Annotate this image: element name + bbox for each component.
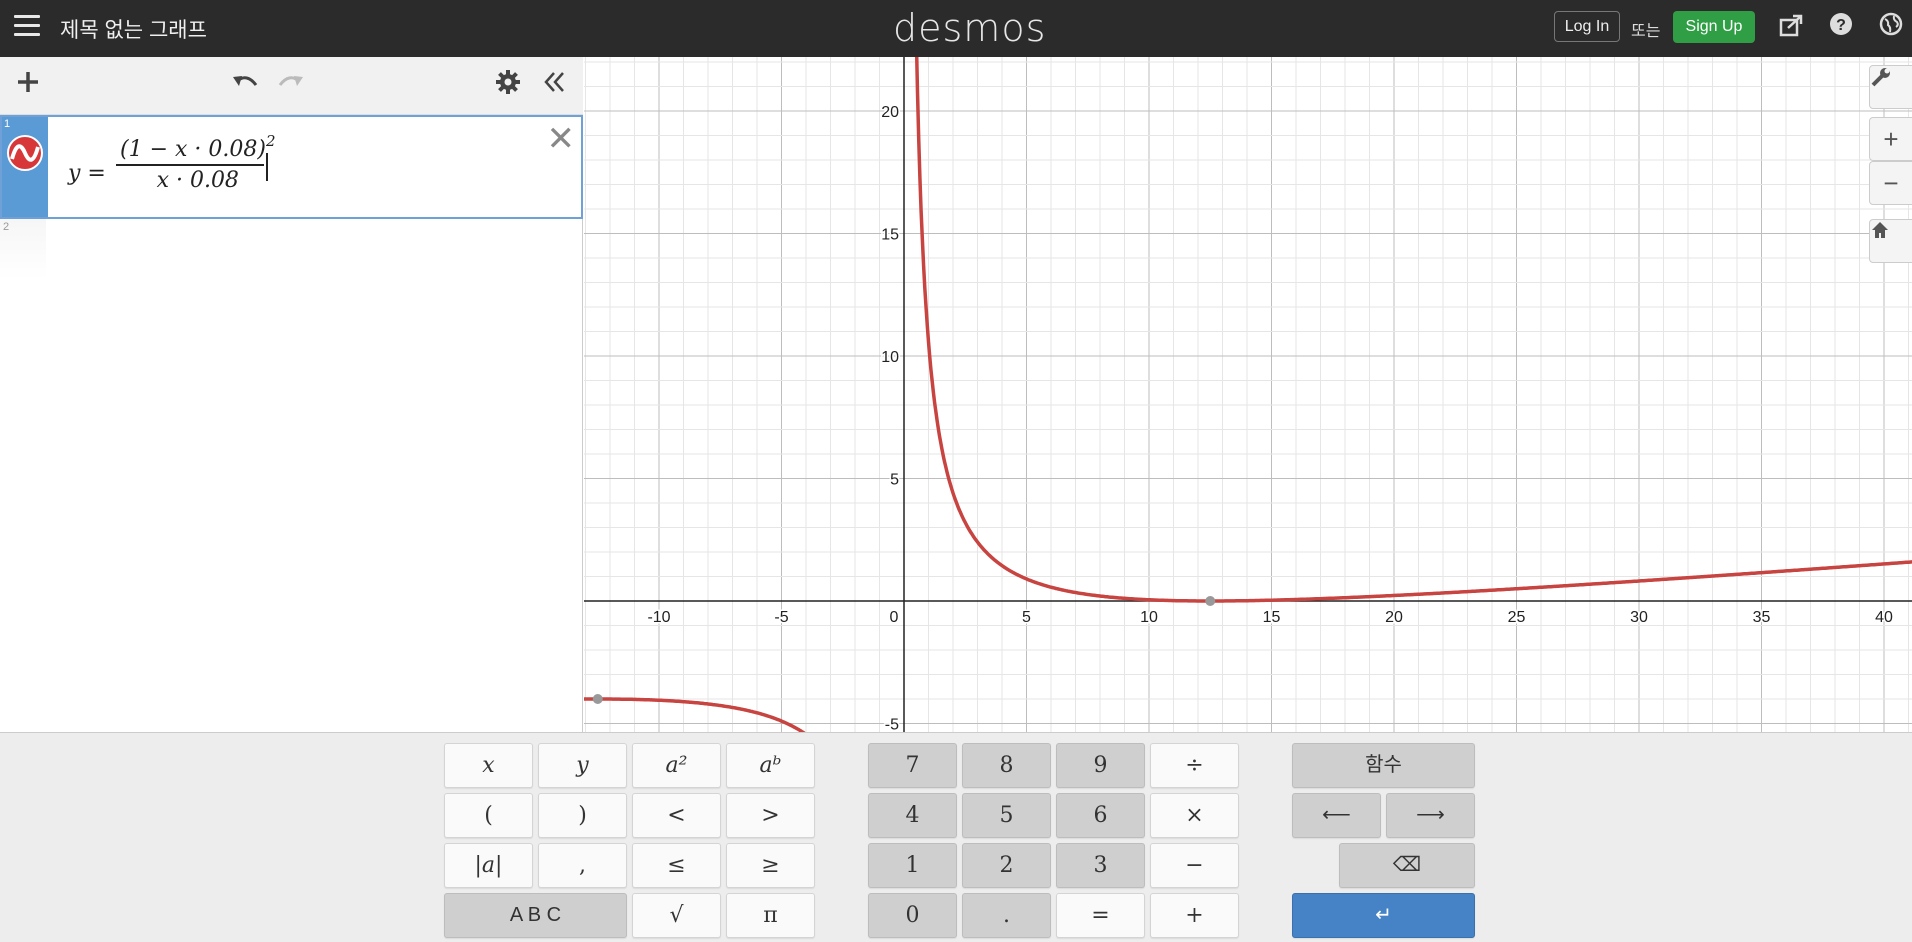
y-tick-label: -5: [885, 717, 899, 733]
key-8[interactable]: 8: [962, 743, 1051, 788]
key-9[interactable]: 9: [1056, 743, 1145, 788]
fraction: (1 − x · 0.08)2 x · 0.08: [116, 132, 280, 193]
expression-gutter: 1: [2, 117, 48, 217]
key-minus[interactable]: −: [1150, 843, 1239, 888]
settings-icon[interactable]: [491, 69, 525, 103]
desmos-logo: desmos: [893, 6, 1047, 50]
key-abc[interactable]: A B C: [444, 893, 627, 938]
y-tick-label: 10: [881, 349, 899, 366]
key-2[interactable]: 2: [962, 843, 1051, 888]
expression-item[interactable]: 1 y = (1 − x · 0.08)2 x · 0.08 ✕: [0, 115, 583, 219]
enter-icon[interactable]: ↵: [1292, 893, 1475, 938]
x-tick-label: 0: [890, 609, 899, 626]
key-sqrt[interactable]: √: [632, 893, 721, 938]
graph-title[interactable]: 제목 없는 그래프: [60, 14, 207, 44]
left-arrow-icon[interactable]: ⟵: [1292, 793, 1381, 838]
functions-button[interactable]: 함수: [1292, 743, 1475, 788]
math-keypad: x y a² aᵇ ( ) < > |a| , ≤ ≥ A B C √ π 7 …: [0, 732, 1912, 942]
y-tick-label: 5: [890, 472, 899, 489]
home-icon[interactable]: [1869, 219, 1912, 263]
expression-panel: 1 y = (1 − x · 0.08)2 x · 0.08 ✕ 2: [0, 57, 583, 789]
expression-index: 1: [4, 118, 11, 130]
x-tick-label: 25: [1508, 609, 1526, 626]
x-tick-label: 15: [1263, 609, 1281, 626]
x-tick-label: 5: [1022, 609, 1031, 626]
numerator: (1 − x · 0.08)2: [120, 132, 276, 162]
x-tick-label: -5: [774, 609, 788, 626]
language-globe-icon[interactable]: [1876, 12, 1906, 42]
key-a-squared[interactable]: a²: [632, 743, 721, 788]
key-4[interactable]: 4: [868, 793, 957, 838]
key-abs[interactable]: |a|: [444, 843, 533, 888]
wrench-icon[interactable]: [1869, 65, 1912, 109]
svg-text:?: ?: [1836, 17, 1846, 34]
equation-lhs: y =: [68, 161, 106, 186]
key-divide[interactable]: ÷: [1150, 743, 1239, 788]
x-tick-label: 30: [1630, 609, 1648, 626]
key-comma[interactable]: ,: [538, 843, 627, 888]
key-multiply[interactable]: ×: [1150, 793, 1239, 838]
key-close-paren[interactable]: ): [538, 793, 627, 838]
denominator: x · 0.08: [156, 167, 239, 193]
key-1[interactable]: 1: [868, 843, 957, 888]
share-icon[interactable]: [1776, 12, 1806, 42]
key-y[interactable]: y: [538, 743, 627, 788]
key-a-power-b[interactable]: aᵇ: [726, 743, 815, 788]
x-tick-label: 10: [1140, 609, 1158, 626]
text-cursor: [266, 153, 268, 181]
login-button[interactable]: Log In: [1554, 11, 1620, 42]
key-pi[interactable]: π: [726, 893, 815, 938]
key-less-equal[interactable]: ≤: [632, 843, 721, 888]
expression-toolbar: [0, 57, 583, 115]
right-arrow-icon[interactable]: ⟶: [1386, 793, 1475, 838]
key-greater-equal[interactable]: ≥: [726, 843, 815, 888]
x-tick-label: 35: [1753, 609, 1771, 626]
delete-expression-icon[interactable]: ✕: [547, 119, 576, 159]
key-6[interactable]: 6: [1056, 793, 1145, 838]
maximum-point: [592, 694, 603, 704]
or-text: 또는: [1631, 23, 1661, 40]
x-tick-label: -10: [647, 609, 670, 626]
x-tick-label: 20: [1385, 609, 1403, 626]
collapse-icon[interactable]: [537, 69, 571, 103]
top-bar: 제목 없는 그래프 desmos Log In 또는 Sign Up ?: [0, 0, 1912, 57]
zoom-out-icon[interactable]: −: [1869, 161, 1912, 205]
key-equals[interactable]: =: [1056, 893, 1145, 938]
menu-icon[interactable]: [14, 15, 40, 37]
key-open-paren[interactable]: (: [444, 793, 533, 838]
redo-icon[interactable]: [274, 69, 308, 103]
y-tick-label: 20: [881, 104, 899, 121]
key-greater-than[interactable]: >: [726, 793, 815, 838]
exponent: 2: [265, 132, 276, 150]
graph-style-icon[interactable]: [7, 135, 43, 171]
graph-paper[interactable]: -10 -5 0 5 10 15 20 25 30 35 40 20 15 10 5 -5 + −: [584, 57, 1912, 732]
x-tick-label: 40: [1875, 609, 1893, 626]
key-plus[interactable]: +: [1150, 893, 1239, 938]
add-icon[interactable]: [11, 69, 45, 103]
key-3[interactable]: 3: [1056, 843, 1145, 888]
expression-item-empty[interactable]: 2: [0, 219, 583, 279]
expression-index: 2: [3, 221, 10, 233]
key-5[interactable]: 5: [962, 793, 1051, 838]
expression-gutter: 2: [0, 219, 46, 279]
graph-curve-negative: [584, 697, 806, 732]
undo-icon[interactable]: [228, 69, 262, 103]
minimum-point: [1205, 596, 1216, 606]
graph-curve-positive: [914, 57, 1912, 603]
zoom-in-icon[interactable]: +: [1869, 117, 1912, 161]
key-x[interactable]: x: [444, 743, 533, 788]
fraction-bar: [116, 164, 264, 166]
key-7[interactable]: 7: [868, 743, 957, 788]
signup-button[interactable]: Sign Up: [1673, 11, 1755, 43]
backspace-icon[interactable]: ⌫: [1339, 843, 1475, 888]
y-tick-label: 15: [881, 227, 899, 244]
key-0[interactable]: 0: [868, 893, 957, 938]
key-decimal[interactable]: .: [962, 893, 1051, 938]
help-icon[interactable]: ?: [1826, 12, 1856, 42]
graph-canvas[interactable]: -10 -5 0 5 10 15 20 25 30 35 40 20 15 10 5 -5: [584, 57, 1912, 732]
key-less-than[interactable]: <: [632, 793, 721, 838]
